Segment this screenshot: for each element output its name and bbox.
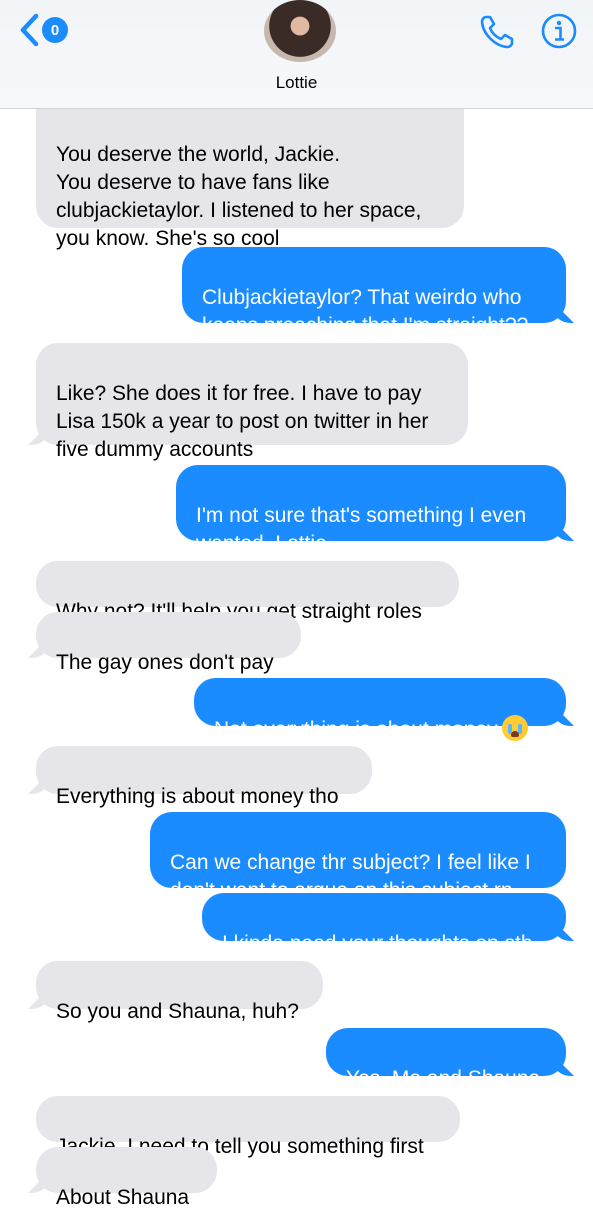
message-bubble-received[interactable]: So you and Shauna, huh? [36,961,323,1023]
message-text: I kinda need your thoughts on sth [222,932,533,955]
avatar[interactable] [264,0,336,62]
message-bubble-sent[interactable]: I kinda need your thoughts on sth [202,893,566,955]
message-text: Everything is about money tho [56,785,339,808]
message-bubble-received[interactable]: Jackie. I need to tell you something fir… [36,1096,460,1158]
message-bubble-sent[interactable]: Clubjackietaylor? That weirdo who keeps … [182,247,566,337]
message-text: Clubjackietaylor? That weirdo who keeps … [202,286,529,337]
message-text: Yes. Me and Shauna [346,1067,541,1090]
loudly-crying-face-icon [501,715,528,741]
chevron-left-icon [20,13,39,47]
message-bubble-received[interactable]: You deserve the world, Jackie. You deser… [36,104,464,250]
message-bubble-received[interactable]: About Shauna [36,1147,217,1209]
contact-name[interactable]: Lottie [0,73,593,93]
message-bubble-sent[interactable]: Not everything is about money [194,678,566,741]
phone-icon[interactable] [477,12,517,52]
message-bubble-received[interactable]: Everything is about money tho [36,746,372,808]
message-text: So you and Shauna, huh? [56,1000,299,1023]
message-bubble-sent[interactable]: I'm not sure that's something I even wan… [176,465,566,555]
message-text: I'm not sure that's something I even wan… [196,504,527,555]
message-bubble-received[interactable]: The gay ones don't pay [36,612,301,674]
conversation-header: 0 Lottie [0,0,593,109]
message-text: You deserve the world, Jackie. You deser… [56,143,422,250]
message-text: About Shauna [56,1186,190,1209]
message-bubble-sent[interactable]: Yes. Me and Shauna [326,1028,566,1090]
message-bubble-received[interactable]: Like? She does it for free. I have to pa… [36,343,468,461]
message-text: The gay ones don't pay [56,651,274,674]
back-button[interactable]: 0 [18,10,78,50]
message-bubble-received[interactable]: Why not? It'll help you get straight rol… [36,561,459,623]
message-text: Not everything is about money [214,718,498,741]
message-bubble-sent[interactable]: Can we change thr subject? I feel like I… [150,812,566,902]
info-icon[interactable] [540,12,578,50]
message-text: Like? She does it for free. I have to pa… [56,382,429,461]
unread-count-badge: 0 [42,17,68,43]
